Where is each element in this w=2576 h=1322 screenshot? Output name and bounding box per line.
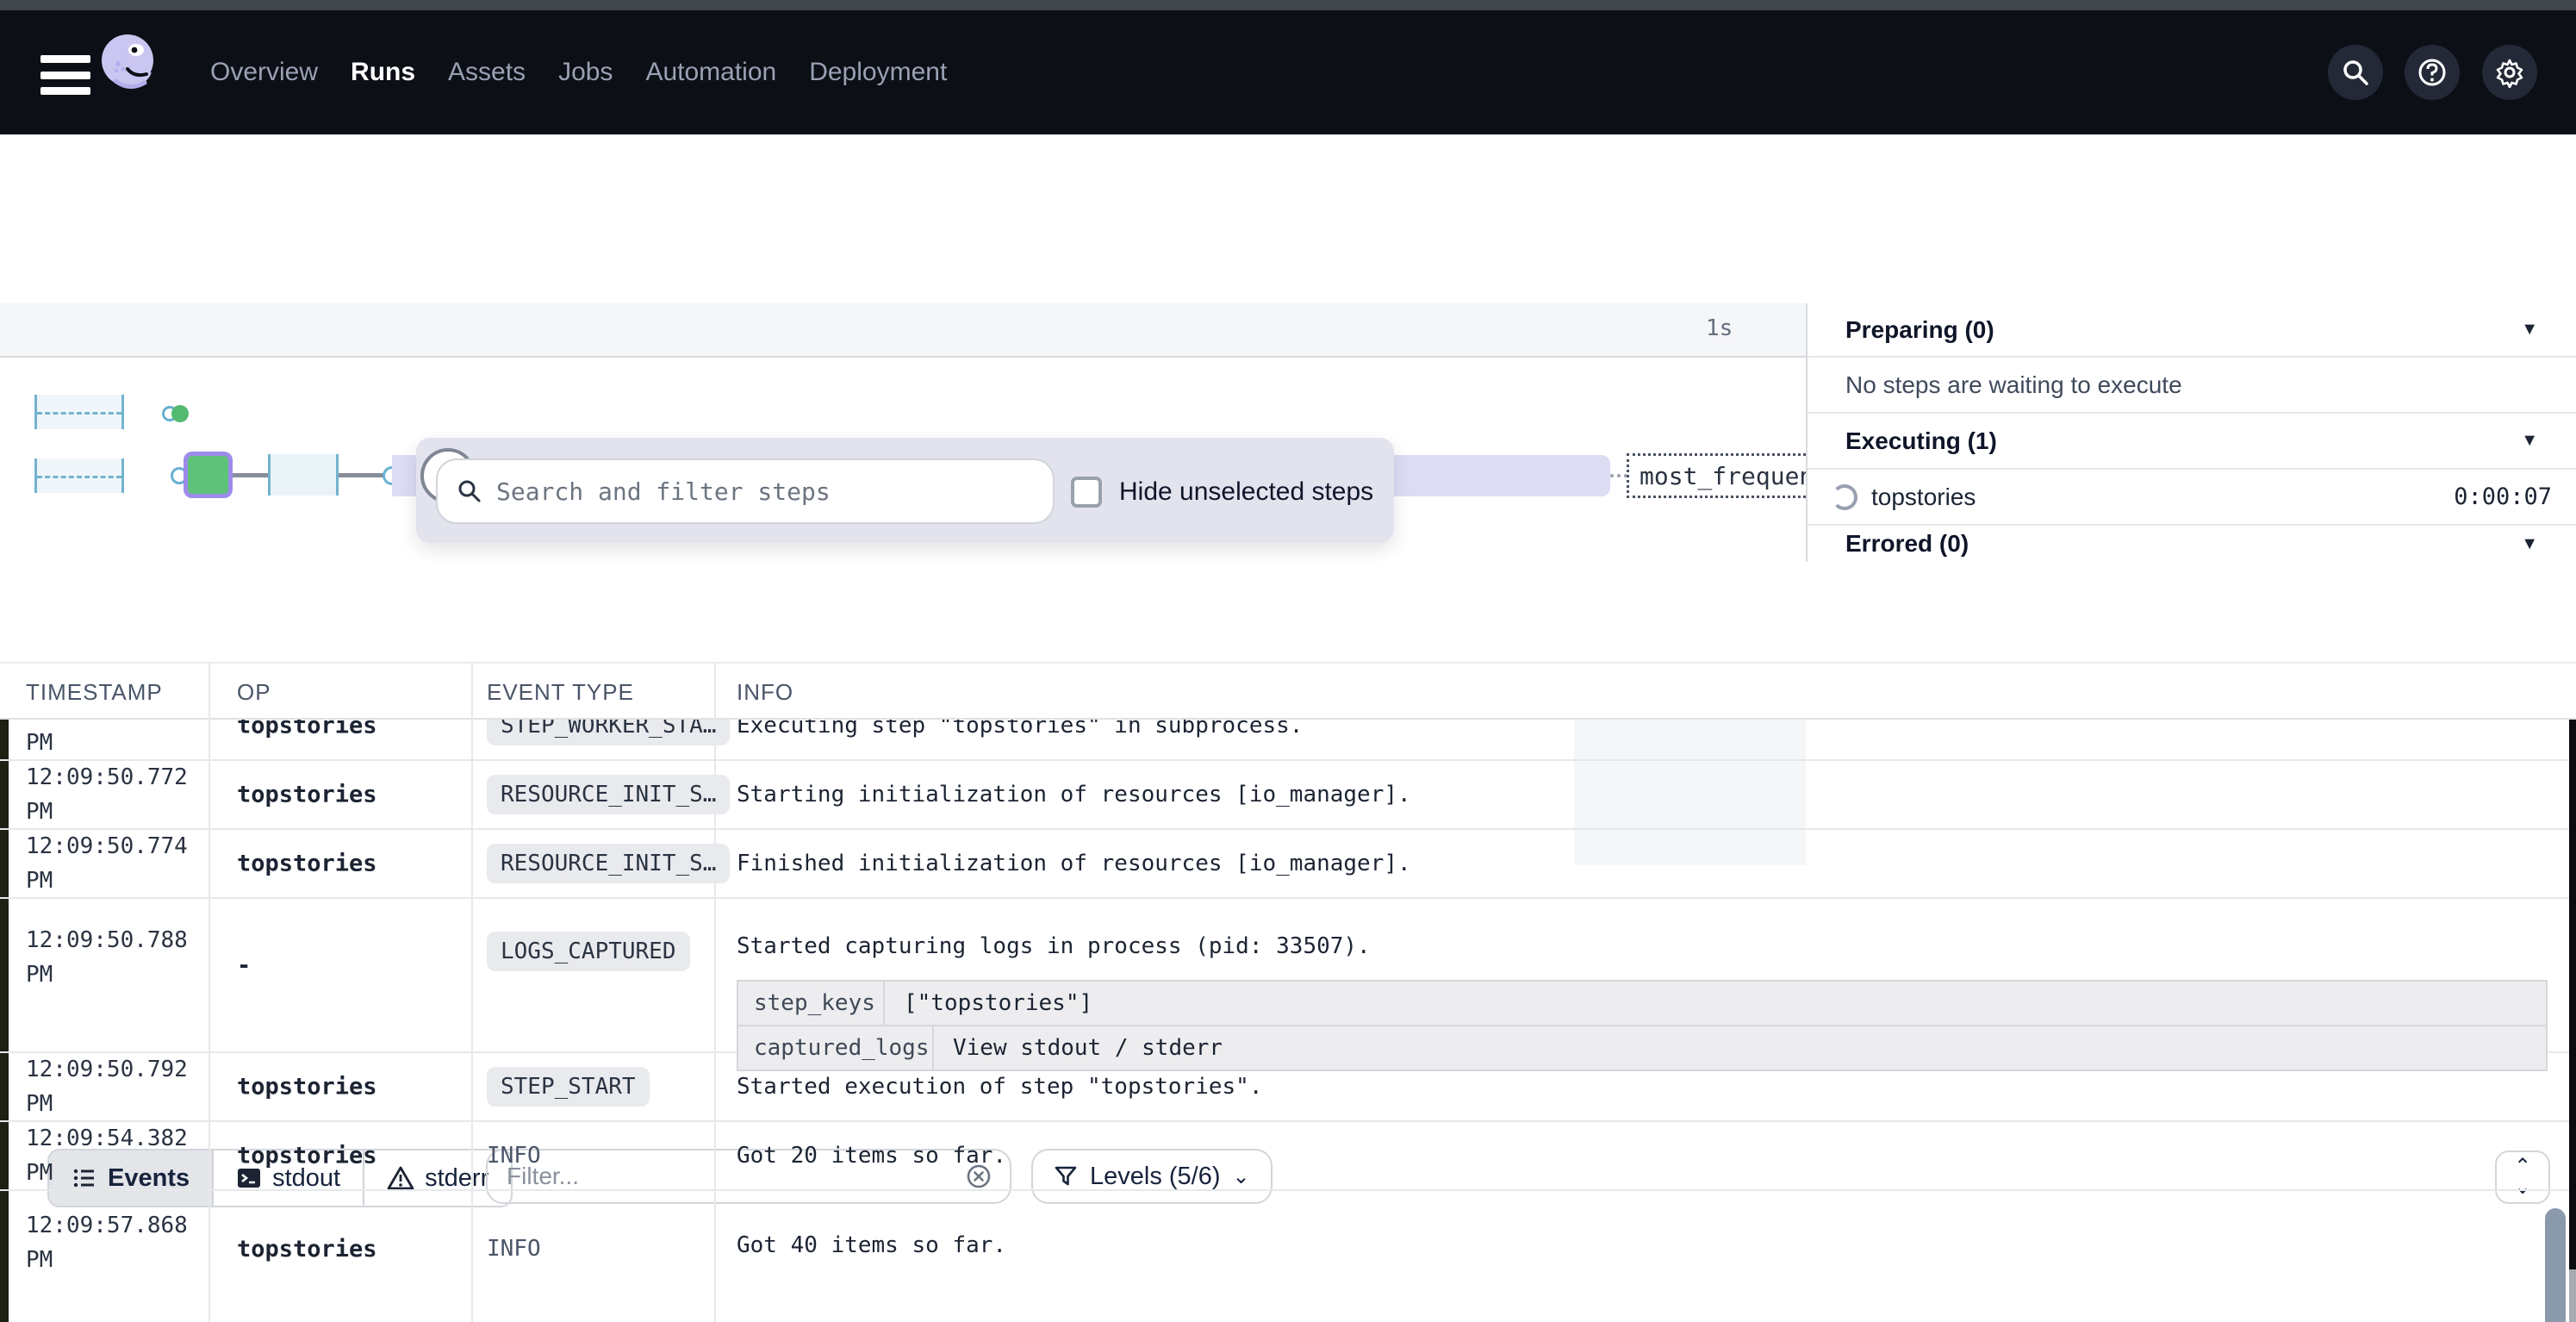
settings-button[interactable] — [2482, 45, 2537, 100]
gantt-step-label-most-frequent[interactable]: most_frequent — [1627, 453, 1806, 498]
gear-icon — [2494, 57, 2525, 88]
table-row[interactable]: 12:09:50.774PM topstories RESOURCE_INIT_… — [0, 830, 2569, 899]
nav-item-assets[interactable]: Assets — [448, 58, 526, 87]
log-table-viewport[interactable]: 12:09:50.7PM topstories STEP_WORKER_STA…… — [0, 720, 2569, 1322]
column-header-timestamp: TIMESTAMP — [26, 679, 163, 706]
gantt-step-not-started-2[interactable] — [34, 458, 124, 493]
column-header-event-type: EVENT TYPE — [487, 679, 634, 706]
gantt-time-tick: 1s — [1706, 315, 1733, 341]
gantt-step-not-started-1[interactable] — [34, 395, 124, 429]
hamburger-menu-icon[interactable] — [40, 55, 90, 95]
dagster-run-page: Overview Runs Assets Jobs Automation Dep… — [0, 0, 2576, 1322]
gantt-success-dot[interactable] — [171, 405, 189, 422]
gantt-time-axis — [0, 303, 1806, 358]
window-right-strip-bottom — [2569, 1269, 2576, 1322]
table-row[interactable]: 12:09:54.382PM topstories INFO Got 20 it… — [0, 1122, 2569, 1191]
search-button[interactable] — [2328, 45, 2383, 100]
event-type-badge: STEP_WORKER_STA… — [487, 720, 730, 745]
collapse-triangle-icon[interactable]: ▼ — [2521, 320, 2538, 340]
event-type-plain: INFO — [487, 1236, 541, 1262]
metadata-row: step_keys ["topstories"] — [738, 982, 2546, 1026]
log-table-scrollbar[interactable] — [2545, 1208, 2566, 1322]
event-type-plain: INFO — [487, 1143, 541, 1169]
column-header-op: OP — [237, 679, 271, 706]
run-header-row: Runs / b7c80a12 Started 4 assets — [0, 134, 2576, 210]
log-table-header: TIMESTAMP OP EVENT TYPE INFO — [0, 662, 2576, 720]
gantt-step-not-started-3[interactable] — [268, 454, 339, 496]
dagster-logo-icon[interactable] — [96, 31, 162, 97]
step-running-spinner-icon — [1832, 484, 1857, 510]
hide-unselected-checkbox[interactable] — [1071, 477, 1102, 508]
collapse-triangle-icon[interactable]: ▼ — [2521, 431, 2538, 451]
gantt-dotted-connector — [1610, 474, 1627, 477]
hide-unselected-label[interactable]: Hide unselected steps — [1119, 477, 1373, 507]
primary-nav: Overview Runs Assets Jobs Automation Dep… — [210, 10, 947, 134]
executing-step-name: topstories — [1871, 483, 2440, 511]
gantt-step-running-topstories[interactable] — [184, 452, 233, 498]
nav-item-deployment[interactable]: Deployment — [809, 58, 947, 87]
run-toolbar: Hide not started steps ⌃ ⌄ Re-execute al… — [0, 209, 2576, 305]
panel-preparing-empty: No steps are waiting to execute — [1808, 358, 2576, 414]
event-type-badge: RESOURCE_INIT_S… — [487, 844, 730, 883]
table-row[interactable]: 12:09:50.7PM topstories STEP_WORKER_STA…… — [0, 720, 2569, 761]
panel-section-executing[interactable]: Executing (1) ▼ — [1808, 414, 2576, 470]
search-icon — [2341, 58, 2370, 87]
table-row[interactable]: 12:09:50.788PM - LOGS_CAPTURED Started c… — [0, 899, 2569, 1053]
executing-step-elapsed: 0:00:07 — [2454, 483, 2552, 510]
help-icon — [2417, 57, 2448, 88]
log-toolbar: Events stdout stderr — [0, 562, 2576, 662]
event-type-badge: LOGS_CAPTURED — [487, 932, 690, 971]
hide-unselected-control: Hide unselected steps — [1071, 477, 1373, 508]
table-row[interactable]: 12:09:50.792PM topstories STEP_START Sta… — [0, 1053, 2569, 1122]
search-icon — [457, 478, 482, 504]
nav-item-automation[interactable]: Automation — [645, 58, 776, 87]
step-search-input[interactable] — [495, 477, 1034, 507]
panel-executing-step-row[interactable]: topstories 0:00:07 — [1808, 470, 2576, 526]
nav-item-runs[interactable]: Runs — [351, 58, 415, 87]
nav-item-overview[interactable]: Overview — [210, 58, 318, 87]
event-type-badge: RESOURCE_INIT_S… — [487, 775, 730, 814]
column-header-info: INFO — [737, 679, 793, 706]
panel-section-errored[interactable]: Errored (0) ▼ — [1808, 526, 2576, 562]
table-row[interactable]: 12:09:50.772PM topstories RESOURCE_INIT_… — [0, 761, 2569, 830]
step-search-field — [436, 458, 1055, 524]
event-type-badge: STEP_START — [487, 1067, 650, 1107]
nav-item-jobs[interactable]: Jobs — [558, 58, 613, 87]
help-button[interactable] — [2405, 45, 2460, 100]
top-navbar: Overview Runs Assets Jobs Automation Dep… — [0, 10, 2576, 134]
window-top-strip — [0, 0, 2576, 10]
collapse-triangle-icon[interactable]: ▼ — [2521, 534, 2538, 554]
table-row[interactable]: 12:09:57.868PM topstories INFO Got 40 it… — [0, 1191, 2569, 1322]
panel-section-preparing[interactable]: Preparing (0) ▼ — [1808, 303, 2576, 358]
